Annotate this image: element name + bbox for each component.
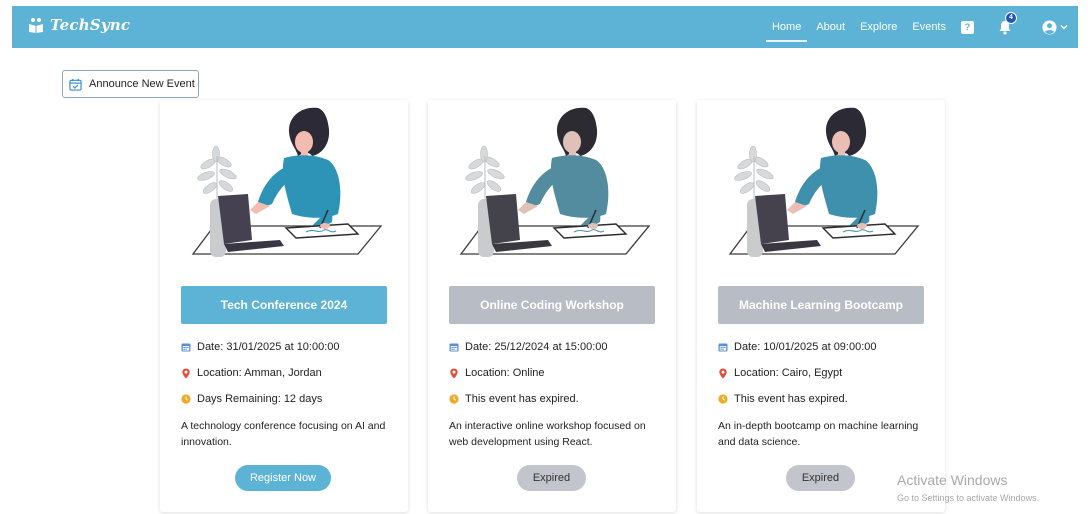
event-location-row: Location: Cairo, Egypt [718,367,842,379]
event-status-row: Days Remaining: 12 days [181,393,322,405]
expired-button[interactable]: Expired [786,465,855,491]
clock-icon [181,394,191,404]
event-card: Tech Conference 2024 Date: 31/01/2025 at… [160,100,408,512]
chevron-down-icon [1060,25,1068,30]
event-status-row: This event has expired. [718,393,848,405]
event-location: Location: Online [465,367,545,379]
pin-icon [182,367,190,379]
event-date: Date: 25/12/2024 at 15:00:00 [465,341,608,353]
user-circle-icon [1042,19,1057,35]
clock-icon [449,394,459,404]
event-date-row: Date: 10/01/2025 at 09:00:00 [718,341,877,353]
announce-event-button[interactable]: Announce New Event [62,70,199,98]
calendar-icon [181,343,191,352]
pin-icon [719,367,727,379]
book-icon [29,18,43,33]
event-card: Online Coding Workshop Date: 25/12/2024 … [428,100,676,512]
question-icon[interactable]: ? [961,20,974,34]
announce-label: Announce New Event [89,78,195,90]
pin-icon [450,367,458,379]
event-location-row: Location: Online [449,367,545,379]
event-title: Online Coding Workshop [449,286,655,324]
notification-badge: 4 [1005,11,1017,24]
event-title: Tech Conference 2024 [181,286,387,324]
expired-button[interactable]: Expired [517,465,586,491]
event-status: Days Remaining: 12 days [197,393,323,405]
event-illustration [725,106,920,266]
event-description: An in-depth bootcamp on machine learning… [718,420,919,448]
nav-explore[interactable]: Explore [860,17,897,37]
calendar-check-icon [69,78,82,91]
event-illustration [188,106,383,266]
navbar: TechSync Home About Explore Events ? 4 [12,6,1078,48]
activate-windows-subtitle: Go to Settings to activate Windows. [897,493,1040,503]
activate-windows-title: Activate Windows [897,472,1008,488]
event-illustration [456,106,651,266]
event-card: Machine Learning Bootcamp Date: 10/01/20… [697,100,945,512]
event-date: Date: 31/01/2025 at 10:00:00 [197,341,340,353]
event-location: Location: Amman, Jordan [197,367,322,379]
event-status: This event has expired. [465,393,579,405]
event-title: Machine Learning Bootcamp [718,286,924,324]
register-button[interactable]: Register Now [235,465,331,491]
calendar-icon [449,343,459,352]
nav-links: Home About Explore Events ? 4 [765,6,1078,48]
event-status-row: This event has expired. [449,393,579,405]
event-status: This event has expired. [734,393,848,405]
brand[interactable]: TechSync [28,16,130,34]
brand-name: TechSync [50,16,131,34]
event-description: An interactive online workshop focused o… [449,420,646,448]
event-date-row: Date: 25/12/2024 at 15:00:00 [449,341,608,353]
event-location: Location: Cairo, Egypt [734,367,843,379]
clock-icon [718,394,728,404]
event-date-row: Date: 31/01/2025 at 10:00:00 [181,341,340,353]
nav-about[interactable]: About [816,17,845,37]
event-description: A technology conference focusing on AI a… [181,420,386,448]
user-menu[interactable] [1042,19,1068,35]
nav-events[interactable]: Events [912,17,946,37]
event-location-row: Location: Amman, Jordan [181,367,322,379]
nav-home[interactable]: Home [765,17,808,42]
calendar-icon [718,343,728,352]
notifications-button[interactable]: 4 [998,11,1017,35]
event-date: Date: 10/01/2025 at 09:00:00 [734,341,877,353]
